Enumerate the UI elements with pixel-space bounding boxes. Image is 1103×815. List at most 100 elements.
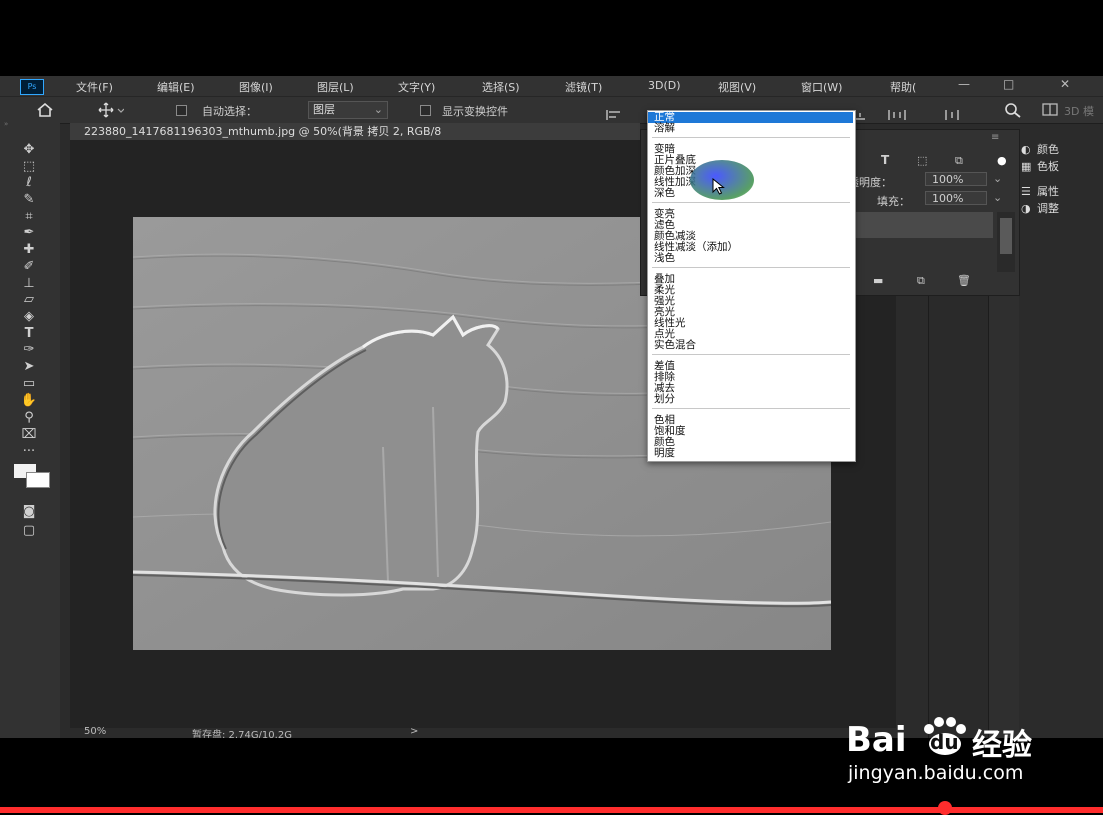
filter-type-icon[interactable]: T (881, 153, 889, 167)
healing-tool-icon[interactable]: ✚ (18, 242, 40, 258)
workspace-icon[interactable] (1042, 102, 1060, 118)
align-left-icon[interactable] (606, 105, 622, 124)
adjustments-panel-label[interactable]: 调整 (1037, 200, 1059, 216)
menu-image[interactable]: 图像(I) (239, 79, 273, 95)
eraser-tool-icon[interactable]: ▱ (18, 292, 40, 308)
blend-option-normal[interactable]: 正常 (648, 112, 853, 123)
hand-tool-icon[interactable]: ✋ (18, 393, 40, 409)
menu-separator (652, 202, 850, 203)
menu-edit[interactable]: 编辑(E) (157, 79, 195, 95)
blend-option-overlay[interactable]: 叠加 (648, 274, 853, 285)
close-button[interactable]: ✕ (1060, 77, 1070, 91)
brush-tool-icon[interactable]: ✐ (18, 259, 40, 275)
layers-scrollbar-thumb[interactable] (1000, 218, 1012, 254)
quick-select-tool-icon[interactable]: ✎ (18, 192, 40, 208)
auto-select-checkbox[interactable] (176, 105, 187, 116)
paint-bucket-tool-icon[interactable]: ◈ (18, 309, 40, 325)
blend-option-darker-color[interactable]: 深色 (648, 188, 853, 199)
stamp-tool-icon[interactable]: ⊥ (18, 276, 40, 292)
opacity-input[interactable]: 100% (925, 172, 987, 186)
maximize-button[interactable]: □ (1003, 77, 1014, 91)
type-tool-icon[interactable]: T (18, 326, 40, 342)
blend-option-subtract[interactable]: 减去 (648, 383, 853, 394)
filter-shape-icon[interactable]: ⬚ (917, 154, 927, 167)
new-layer-icon[interactable]: ⧉ (917, 274, 925, 288)
blend-option-lighten[interactable]: 变亮 (648, 209, 853, 220)
photoshop-window: Ps 文件(F) 编辑(E) 图像(I) 图层(L) 文字(Y) 选择(S) 滤… (0, 76, 1103, 738)
layers-scrollbar[interactable] (997, 212, 1015, 272)
adjustments-panel-icon[interactable]: ◑ (1021, 202, 1031, 215)
blend-mode-menu: 正常 溶解 变暗 正片叠底 颜色加深 线性加深 深色 变亮 滤色 颜色减淡 线性… (647, 110, 856, 462)
swatches-panel-icon[interactable]: ▦ (1021, 160, 1031, 173)
properties-panel-label[interactable]: 属性 (1037, 183, 1059, 199)
distribute-spacing-icon[interactable] (944, 105, 962, 124)
menu-select[interactable]: 选择(S) (482, 79, 520, 95)
more-tools-icon[interactable]: ··· (18, 444, 40, 460)
document-tab[interactable]: 223880_1417681196303_mthumb.jpg @ 50%(背景… (70, 123, 640, 140)
menu-type[interactable]: 文字(Y) (398, 79, 435, 95)
crop-tool-icon[interactable]: ⌗ (18, 209, 40, 225)
show-transform-checkbox[interactable] (420, 105, 431, 116)
watermark-brand-jingyan: 经验 (972, 728, 1032, 763)
delete-layer-icon[interactable]: 🗑 (957, 274, 971, 287)
move-tool-icon[interactable]: ✥ (18, 142, 40, 158)
filter-smart-object-icon[interactable]: ⧉ (955, 154, 963, 168)
swatches-panel-label[interactable]: 色板 (1037, 158, 1059, 174)
quick-mask-icon[interactable]: ◙ (18, 504, 40, 520)
blend-option-hard-light[interactable]: 强光 (648, 296, 853, 307)
lasso-tool-icon[interactable]: ℓ (18, 175, 40, 191)
pen-tool-icon[interactable]: ✑ (18, 342, 40, 358)
menu-file[interactable]: 文件(F) (76, 79, 113, 95)
zoom-level[interactable]: 50% (84, 726, 106, 737)
blend-option-saturation[interactable]: 饱和度 (648, 426, 853, 437)
blend-option-dissolve[interactable]: 溶解 (648, 123, 853, 134)
blend-option-linear-light[interactable]: 线性光 (648, 318, 853, 329)
menu-view[interactable]: 视图(V) (718, 79, 756, 95)
fill-input[interactable]: 100% (925, 191, 987, 205)
background-color-swatch[interactable] (26, 472, 50, 488)
color-panel-label[interactable]: 颜色 (1037, 141, 1059, 157)
fill-slider-button[interactable]: ⌄ (993, 191, 1002, 204)
eyedropper-tool-icon[interactable]: ✒ (18, 225, 40, 241)
blend-option-exclusion[interactable]: 排除 (648, 372, 853, 383)
blend-option-divide[interactable]: 划分 (648, 394, 853, 405)
distribute-icon[interactable] (888, 105, 906, 124)
blend-option-hard-mix[interactable]: 实色混合 (648, 340, 853, 351)
menu-help[interactable]: 帮助( (890, 79, 916, 95)
minimize-button[interactable]: — (958, 77, 970, 91)
tools-panel: » ✥ ⬚ ℓ ✎ ⌗ ✒ ✚ ✐ ⊥ ▱ ◈ T ✑ ➤ ▭ ✋ ⚲ ⌧ ··… (0, 121, 60, 738)
panel-menu-icon[interactable]: ≡ (991, 132, 999, 143)
menu-filter[interactable]: 滤镜(T) (565, 79, 602, 95)
baidu-jingyan-logo: Bai du 经验 (846, 716, 1056, 763)
panel-grip[interactable]: » (4, 121, 56, 128)
zoom-tool-icon[interactable]: ⚲ (18, 410, 40, 426)
opacity-slider-button[interactable]: ⌄ (993, 172, 1002, 185)
search-icon[interactable] (1004, 102, 1022, 118)
screen-mode-icon[interactable]: ▢ (18, 523, 40, 539)
properties-panel-icon[interactable]: ☰ (1021, 185, 1031, 198)
show-transform-label: 显示变换控件 (442, 105, 508, 118)
blend-option-color[interactable]: 颜色 (648, 437, 853, 448)
options-bar: 自动选择： 图层 ⌄ 显示变换控件 3D 模 (0, 96, 1103, 124)
blend-option-difference[interactable]: 差值 (648, 361, 853, 372)
home-icon[interactable] (36, 103, 54, 117)
filter-toggle-icon[interactable]: ● (997, 154, 1007, 167)
new-group-icon[interactable]: ▬ (873, 274, 883, 287)
opacity-value: 100% (932, 173, 964, 186)
status-menu-arrow[interactable]: > (410, 726, 418, 737)
color-panel-icon[interactable]: ◐ (1021, 143, 1031, 156)
marquee-tool-icon[interactable]: ⬚ (18, 159, 40, 175)
rotate-tool-icon[interactable]: ⌧ (18, 427, 40, 443)
blend-option-linear-dodge[interactable]: 线性减淡（添加） (648, 242, 853, 253)
blend-option-lighter-color[interactable]: 浅色 (648, 253, 853, 264)
shape-tool-icon[interactable]: ▭ (18, 376, 40, 392)
layer-row-selected[interactable] (855, 212, 993, 238)
blend-option-soft-light[interactable]: 柔光 (648, 285, 853, 296)
path-select-tool-icon[interactable]: ➤ (18, 359, 40, 375)
menu-layer[interactable]: 图层(L) (317, 79, 354, 95)
move-icon[interactable] (98, 102, 124, 118)
menu-window[interactable]: 窗口(W) (801, 79, 842, 95)
blend-option-luminosity[interactable]: 明度 (648, 448, 853, 459)
auto-select-dropdown[interactable]: 图层 ⌄ (308, 101, 388, 119)
menu-3d[interactable]: 3D(D) (648, 79, 681, 92)
